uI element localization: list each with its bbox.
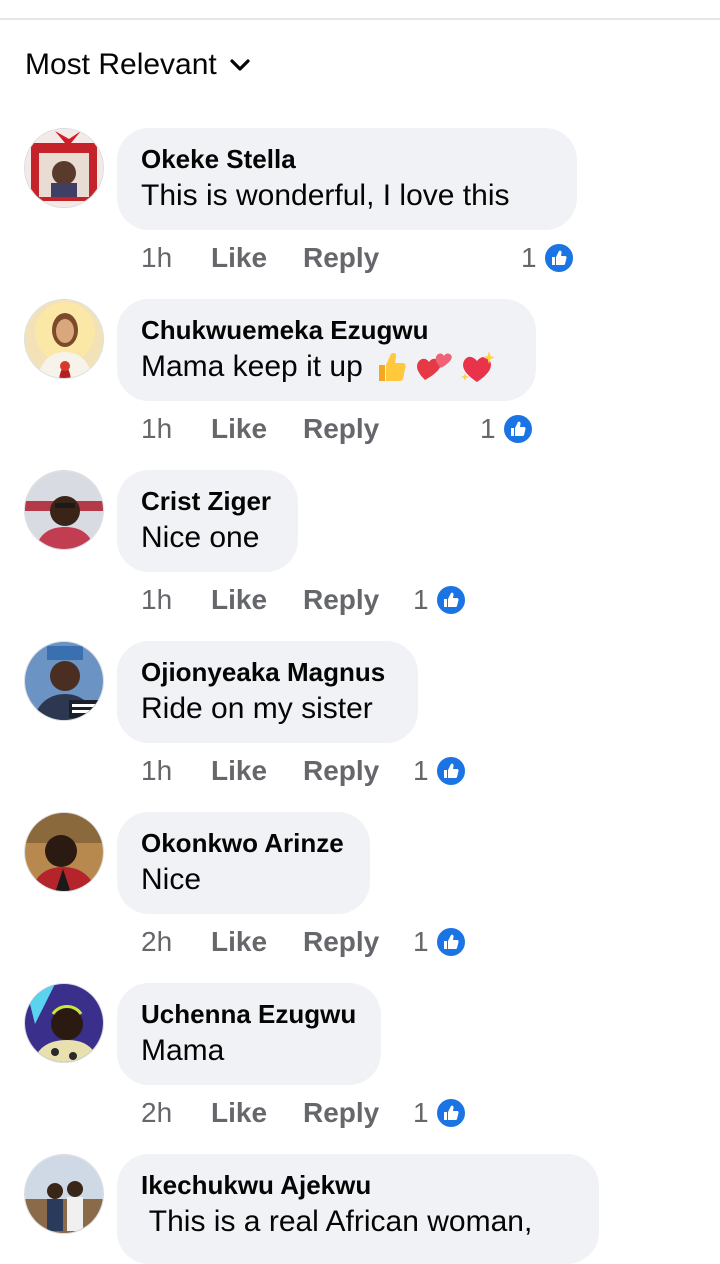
reply-button[interactable]: Reply xyxy=(303,584,379,616)
reply-button[interactable]: Reply xyxy=(303,1097,379,1129)
reaction-summary[interactable]: 1 xyxy=(413,582,467,618)
comment-time[interactable]: 1h xyxy=(141,242,211,274)
comment-actions: 2h Like Reply xyxy=(141,1095,379,1131)
reaction-summary[interactable]: 1 xyxy=(413,1095,467,1131)
comment-item: Crist Ziger Nice one 1h Like Reply 1 xyxy=(0,470,720,641)
chevron-down-icon xyxy=(229,54,251,76)
comment-item: Uchenna Ezugwu Mama 2h Like Reply 1 xyxy=(0,983,720,1154)
comment-actions: 1h Like Reply xyxy=(141,411,379,447)
sort-label: Most Relevant xyxy=(25,48,217,81)
comment-bubble: Ikechukwu Ajekwu This is a real African … xyxy=(117,1154,599,1264)
comment-text: This is a real African woman, xyxy=(141,1205,533,1238)
avatar[interactable] xyxy=(24,641,104,721)
comment-text: Nice one xyxy=(141,521,260,554)
reaction-summary[interactable]: 1 xyxy=(521,240,575,276)
like-button[interactable]: Like xyxy=(211,1097,303,1129)
comment-time[interactable]: 1h xyxy=(141,413,211,445)
comment-text-row: Mama keep it up xyxy=(141,347,512,387)
like-button[interactable]: Like xyxy=(211,584,303,616)
reaction-summary[interactable]: 1 xyxy=(413,924,467,960)
comment-actions: 2h Like Reply xyxy=(141,924,379,960)
reply-button[interactable]: Reply xyxy=(303,242,379,274)
reply-button[interactable]: Reply xyxy=(303,926,379,958)
comment-author[interactable]: Crist Ziger xyxy=(141,484,274,518)
reaction-summary[interactable]: 1 xyxy=(480,411,534,447)
comment-bubble: Okeke Stella This is wonderful, I love t… xyxy=(117,128,577,230)
comment-actions: 1h Like Reply xyxy=(141,240,379,276)
comment-text: Nice xyxy=(141,863,202,896)
like-reaction-icon xyxy=(434,755,467,787)
comment-bubble: Uchenna Ezugwu Mama xyxy=(117,983,381,1085)
comment-item: Chukwuemeka Ezugwu Mama keep it up 1h Li… xyxy=(0,299,720,470)
comment-author[interactable]: Okonkwo Arinze xyxy=(141,826,346,860)
reaction-count: 1 xyxy=(413,1097,429,1128)
comment-actions: 1h Like Reply xyxy=(141,753,379,789)
comment-item: Okeke Stella This is wonderful, I love t… xyxy=(0,128,720,299)
comment-bubble: Okonkwo Arinze Nice xyxy=(117,812,370,914)
like-reaction-icon xyxy=(542,242,575,274)
avatar[interactable] xyxy=(24,299,104,379)
comment-text: Mama xyxy=(141,1034,225,1067)
sparkling-heart-icon xyxy=(459,349,497,385)
comment-time[interactable]: 2h xyxy=(141,1097,211,1129)
top-divider xyxy=(0,18,720,20)
avatar[interactable] xyxy=(24,128,104,208)
like-reaction-icon xyxy=(434,584,467,616)
like-button[interactable]: Like xyxy=(211,413,303,445)
thumbs-up-icon xyxy=(375,350,409,384)
avatar[interactable] xyxy=(24,470,104,550)
reaction-count: 1 xyxy=(413,755,429,786)
avatar[interactable] xyxy=(24,983,104,1063)
comment-item: Ikechukwu Ajekwu This is a real African … xyxy=(0,1154,720,1264)
reply-button[interactable]: Reply xyxy=(303,755,379,787)
reaction-count: 1 xyxy=(521,242,537,273)
comment-actions: 1h Like Reply xyxy=(141,582,379,618)
reaction-summary[interactable]: 1 xyxy=(413,753,467,789)
like-button[interactable]: Like xyxy=(211,242,303,274)
two-hearts-icon xyxy=(415,350,453,384)
comment-time[interactable]: 1h xyxy=(141,755,211,787)
reaction-count: 1 xyxy=(413,584,429,615)
reply-button[interactable]: Reply xyxy=(303,413,379,445)
comment-author[interactable]: Okeke Stella xyxy=(141,142,553,176)
comment-item: Ojionyeaka Magnus Ride on my sister 1h L… xyxy=(0,641,720,812)
comment-text: Mama keep it up xyxy=(141,350,363,383)
comment-time[interactable]: 1h xyxy=(141,584,211,616)
comment-bubble: Ojionyeaka Magnus Ride on my sister xyxy=(117,641,418,743)
like-reaction-icon xyxy=(434,1097,467,1129)
avatar[interactable] xyxy=(24,1154,104,1234)
comment-author[interactable]: Chukwuemeka Ezugwu xyxy=(141,313,512,347)
like-button[interactable]: Like xyxy=(211,755,303,787)
comment-author[interactable]: Uchenna Ezugwu xyxy=(141,997,357,1031)
comment-text: Ride on my sister xyxy=(141,692,373,725)
comment-bubble: Chukwuemeka Ezugwu Mama keep it up xyxy=(117,299,536,401)
avatar[interactable] xyxy=(24,812,104,892)
like-reaction-icon xyxy=(434,926,467,958)
comment-item: Okonkwo Arinze Nice 2h Like Reply 1 xyxy=(0,812,720,983)
comment-text: This is wonderful, I love this xyxy=(141,179,510,212)
reaction-count: 1 xyxy=(413,926,429,957)
comment-author[interactable]: Ojionyeaka Magnus xyxy=(141,655,394,689)
like-button[interactable]: Like xyxy=(211,926,303,958)
sort-dropdown[interactable]: Most Relevant xyxy=(25,48,251,82)
reaction-count: 1 xyxy=(480,413,496,444)
comment-author[interactable]: Ikechukwu Ajekwu xyxy=(141,1168,575,1202)
comment-time[interactable]: 2h xyxy=(141,926,211,958)
like-reaction-icon xyxy=(501,413,534,445)
comment-bubble: Crist Ziger Nice one xyxy=(117,470,298,572)
